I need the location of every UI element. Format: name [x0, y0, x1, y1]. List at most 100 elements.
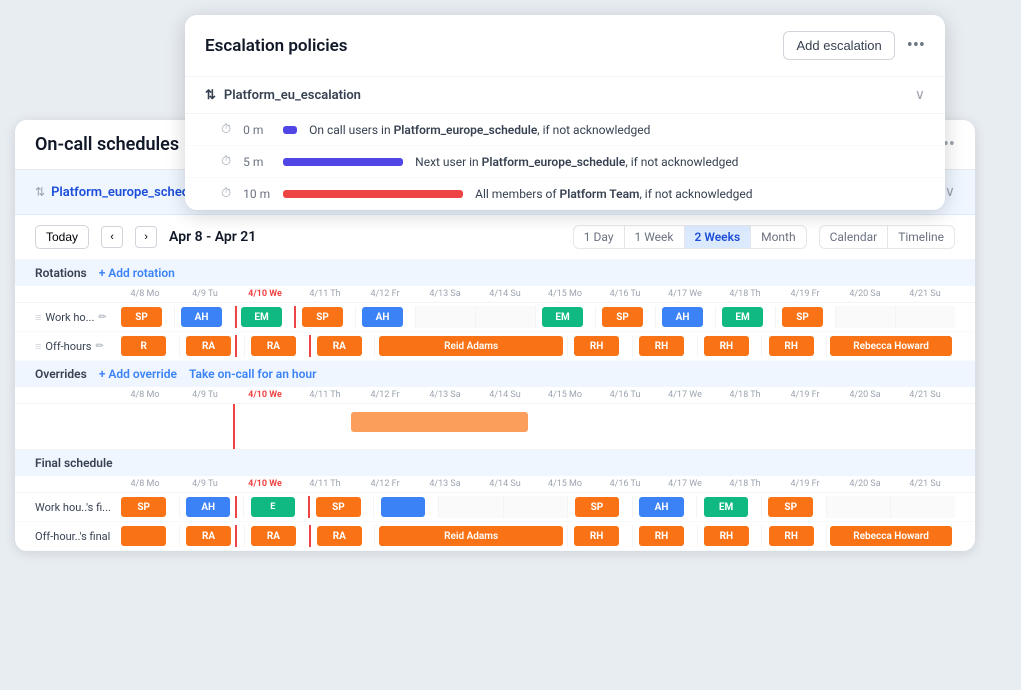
overrides-section-header: Overrides + Add override Take on-call fo…	[15, 361, 975, 387]
badge-rh-416: RH	[639, 336, 684, 356]
date-range: Apr 8 - Apr 21	[169, 229, 256, 245]
rotations-dates-row: 4/8 Mo 4/9 Tu 4/10 We 4/11 Th 4/12 Fr 4/…	[15, 286, 975, 303]
today-button[interactable]: Today	[35, 225, 89, 249]
final-badge-rh-415: RH	[574, 526, 619, 546]
final-badge-blue-412	[381, 497, 426, 517]
overrides-label: Overrides	[35, 367, 87, 381]
final-schedule-header: Final schedule	[15, 450, 975, 476]
clock-icon: ⏱	[221, 154, 231, 169]
chevron-down-icon[interactable]: ∨	[915, 87, 925, 103]
final-badge-em-410: E	[251, 497, 296, 517]
final-badge-em-417: EM	[704, 497, 749, 517]
esc-bar-2	[283, 190, 463, 198]
edit-rotation-icon[interactable]: ✏	[98, 312, 106, 323]
sort-icon: ⇅	[205, 88, 216, 103]
schedule-name: Platform_europe_schedule	[51, 185, 207, 200]
escalation-item-1: ⏱ 5 m Next user in Platform_europe_sched…	[185, 146, 945, 178]
date-view-group: 1 Day 1 Week 2 Weeks Month	[573, 225, 807, 249]
esc-bar-0	[283, 126, 297, 134]
add-override-link[interactable]: + Add override	[99, 367, 177, 381]
escalation-item-0: ⏱ 0 m On call users in Platform_europe_s…	[185, 114, 945, 146]
sort-icon: ⇅	[35, 185, 45, 199]
tab-calendar[interactable]: Calendar	[820, 226, 889, 248]
overrides-area	[15, 404, 975, 450]
off-hours-final-label: Off-hour..'s final	[35, 530, 115, 543]
page-title: On-call schedules	[35, 134, 179, 155]
esc-desc-1: Next user in Platform_europe_schedule, i…	[415, 155, 925, 169]
today-line-work	[235, 306, 237, 328]
today-date-label: 4/10 We	[235, 289, 295, 299]
final-badge-rebecca-wide: Rebecca Howard	[830, 526, 953, 546]
final-badge-ah-416: AH	[639, 497, 684, 517]
tab-1week[interactable]: 1 Week	[625, 226, 685, 248]
final-badge-sp-411: SP	[316, 497, 361, 517]
final-badge-sp-48: SP	[121, 497, 166, 517]
off-hours-row: ≡ Off-hours ✏ R RA RA RA Reid Adams	[15, 332, 975, 361]
esc-time-1: 5 m	[243, 155, 271, 169]
esc-time-0: 0 m	[243, 123, 271, 137]
work-hours-cells: SP AH EM SP AH EM	[115, 306, 955, 328]
esc-time-2: 10 m	[243, 187, 271, 201]
escalation-actions: Add escalation •••	[783, 31, 925, 60]
badge-r-48: R	[121, 336, 166, 356]
final-badge-rh-417: RH	[704, 526, 749, 546]
esc-desc-0: On call users in Platform_europe_schedul…	[309, 123, 925, 137]
escalation-title: Escalation policies	[205, 36, 348, 56]
add-escalation-button[interactable]: Add escalation	[783, 31, 894, 60]
edit-off-hours-icon[interactable]: ✏	[95, 341, 103, 352]
badge-ah-417: AH	[662, 307, 703, 327]
take-oncall-link[interactable]: Take on-call for an hour	[189, 367, 316, 381]
badge-rh-415: RH	[574, 336, 619, 356]
final-badge-r-48	[121, 526, 166, 546]
esc-desc-2: All members of Platform Team, if not ack…	[475, 187, 925, 201]
today-line-overrides	[233, 404, 235, 449]
display-view-group: Calendar Timeline	[819, 225, 955, 249]
tab-1day[interactable]: 1 Day	[574, 226, 625, 248]
final-badge-reid-wide: Reid Adams	[379, 526, 563, 546]
view-tabs: 1 Day 1 Week 2 Weeks Month Calendar Time…	[573, 225, 955, 249]
tab-timeline[interactable]: Timeline	[888, 226, 954, 248]
badge-sp-48: SP	[121, 307, 162, 327]
escalation-policy-row: ⇅ Platform_eu_escalation ∨	[185, 77, 945, 114]
off-hours-label: Off-hours	[45, 340, 91, 353]
badge-ah-412: AH	[362, 307, 403, 327]
prev-arrow[interactable]: ‹	[101, 226, 123, 248]
override-bar[interactable]	[351, 412, 528, 432]
esc-bar-1	[283, 158, 403, 166]
final-dates-row: 4/8 Mo 4/9 Tu 4/10 We 4/11 Th 4/12 Fr 4/…	[15, 476, 975, 493]
off-hours-final-row: Off-hour..'s final RA RA RA Reid Adams	[15, 522, 975, 551]
expand-icon[interactable]: ∨	[945, 184, 955, 200]
escalation-header: Escalation policies Add escalation •••	[185, 15, 945, 77]
navigation-bar: Today ‹ › Apr 8 - Apr 21 1 Day 1 Week 2 …	[15, 215, 975, 260]
badge-sp-419: SP	[782, 307, 823, 327]
work-hours-final-cells: SP AH E SP SP AH EM	[115, 496, 955, 518]
badge-ra-410: RA	[251, 336, 296, 356]
badge-em-415: EM	[542, 307, 583, 327]
work-hours-final-row: Work hou..'s fi... SP AH E SP SP	[15, 493, 975, 522]
final-badge-rh-416: RH	[639, 526, 684, 546]
policy-name: ⇅ Platform_eu_escalation	[205, 88, 361, 103]
next-arrow[interactable]: ›	[135, 226, 157, 248]
escalation-panel: Escalation policies Add escalation ••• ⇅…	[185, 15, 945, 210]
final-badge-rh-418: RH	[769, 526, 814, 546]
off-hours-cells: R RA RA RA Reid Adams RH RH	[115, 335, 955, 357]
work-hours-row: ≡ Work ho... ✏ SP AH EM SP	[15, 303, 975, 332]
add-rotation-link[interactable]: + Add rotation	[99, 266, 175, 280]
final-badge-ah-49: AH	[186, 497, 231, 517]
badge-rh-418: RH	[769, 336, 814, 356]
drag-icon: ≡	[35, 311, 41, 324]
overrides-dates-row: 4/8 Mo 4/9 Tu 4/10 We 4/11 Th 4/12 Fr 4/…	[15, 387, 975, 404]
badge-sp-416: SP	[602, 307, 643, 327]
final-schedule-label: Final schedule	[35, 456, 113, 470]
badge-sp-411: SP	[302, 307, 343, 327]
clock-icon: ⏱	[221, 186, 231, 201]
work-hours-label: Work ho...	[45, 311, 94, 324]
off-hours-final-cells: RA RA RA Reid Adams RH RH RH	[115, 525, 955, 547]
today-line-off	[235, 335, 237, 357]
tab-2weeks[interactable]: 2 Weeks	[685, 226, 752, 248]
clock-icon: ⏱	[221, 122, 231, 137]
tab-month[interactable]: Month	[751, 226, 805, 248]
escalation-more-button[interactable]: •••	[907, 35, 925, 56]
badge-rh-417: RH	[704, 336, 749, 356]
final-badge-ra-49: RA	[186, 526, 231, 546]
